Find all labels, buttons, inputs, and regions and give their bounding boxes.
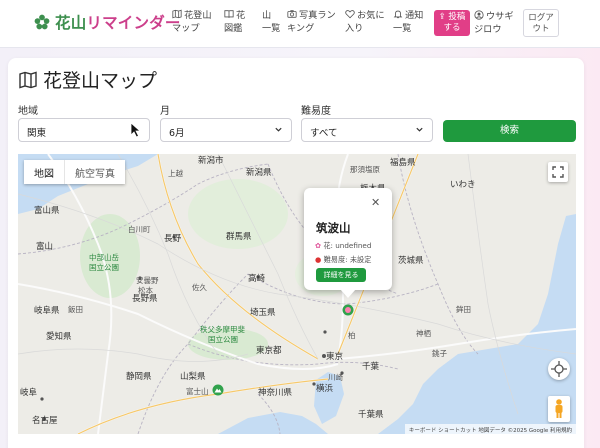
popup-mountain-name: 筑波山 — [316, 221, 351, 235]
map-view[interactable]: 新潟市 新潟県 上越 福島県 栃木県 那須塩原 いわき 白川町 富山県 長野 群… — [18, 154, 576, 434]
map-place-label: 新潟県 — [246, 168, 272, 178]
map-terrain — [18, 154, 576, 434]
month-label: 月 — [160, 106, 170, 117]
chevron-down-icon — [416, 127, 423, 132]
post-button[interactable]: ⇪ 投稿 する — [434, 10, 470, 36]
popup-difficulty-row: ● 難易度: 未設定 — [315, 255, 372, 264]
map-place-label: 神栖 — [416, 329, 431, 338]
map-place-label: 神奈川県 — [258, 388, 293, 398]
map-place-label: 静岡県 — [126, 372, 152, 382]
map-place-label: 鉾田 — [456, 305, 471, 314]
pegman-icon — [555, 399, 563, 418]
map-place-label: 東京 — [326, 352, 344, 362]
map-place-label: 新潟市 — [198, 156, 224, 166]
map-type-satellite-button[interactable]: 航空写真 — [65, 160, 125, 184]
difficulty-select[interactable]: すべて — [301, 118, 433, 142]
mountain-info-popup: ✕ 筑波山 ✿ 花: undefined ● 難易度: 未設定 詳細を見る — [304, 188, 392, 290]
nav-notifications[interactable]: 通知 一覧 — [393, 9, 423, 35]
map-place-label: 埼玉県 — [250, 308, 276, 318]
user-icon — [474, 10, 484, 20]
map-place-label: 飯田 — [68, 305, 83, 314]
map-icon — [19, 71, 37, 88]
user-menu[interactable]: ウサギ ジロウ — [474, 10, 514, 36]
upload-icon: ⇪ — [438, 12, 446, 22]
map-place-label: 柏 — [348, 331, 356, 340]
region-label: 地域 — [18, 106, 38, 117]
month-select[interactable]: 6月 — [160, 118, 292, 142]
map-place-label: 群馬県 — [226, 232, 252, 242]
crosshair-icon — [551, 361, 567, 377]
map-place-label: 長野県 — [132, 294, 158, 304]
map-type-map-button[interactable]: 地図 — [24, 160, 65, 184]
map-icon — [172, 9, 182, 19]
street-view-button[interactable] — [548, 396, 570, 422]
top-header: 花山リマインダー 花登山 マップ 花図鑑 山一覧 写真ラン キング お気に 入り 通知… — [0, 0, 600, 48]
flower-icon: ✿ — [315, 241, 322, 250]
popup-detail-button[interactable]: 詳細を見る — [316, 268, 366, 282]
book-icon — [224, 10, 234, 18]
map-place-label: 那須塩原 — [350, 165, 380, 174]
map-place-label: 岐阜 — [20, 388, 38, 398]
camera-icon — [287, 10, 297, 18]
popup-flower-row: ✿ 花: undefined — [315, 241, 372, 250]
brand-logo[interactable]: 花山リマインダー — [33, 11, 181, 33]
map-place-label: 高崎 — [248, 274, 266, 284]
flower-marker-icon[interactable] — [342, 304, 354, 316]
map-park-label: 国立公園 — [208, 335, 238, 344]
map-place-label: 福島県 — [390, 158, 416, 168]
map-attribution[interactable]: キーボード ショートカット 地図データ ©2025 Google 利用規約 — [404, 424, 576, 434]
map-place-label: 東京都 — [256, 346, 282, 356]
map-place-label: 愛知県 — [46, 332, 72, 342]
nav-flower-mountain-map[interactable]: 花登山 マップ — [172, 9, 212, 35]
mouse-cursor-icon — [130, 122, 142, 138]
chevron-down-icon — [275, 127, 282, 132]
map-park-label: 国立公園 — [89, 263, 119, 272]
map-place-label: 白川町 — [128, 225, 151, 234]
fullscreen-icon — [552, 166, 564, 178]
nav-favorites[interactable]: お気に 入り — [345, 9, 385, 35]
map-place-label: 山梨県 — [180, 372, 206, 382]
map-place-label: 銚子 — [432, 349, 447, 358]
heart-icon — [345, 10, 355, 19]
nav-photo-ranking[interactable]: 写真ラン キング — [287, 9, 336, 35]
page-title: 花登山マップ — [18, 66, 157, 93]
popup-pointer — [340, 289, 356, 298]
map-place-label: いわき — [450, 180, 476, 190]
map-type-control: 地図 航空写真 — [24, 160, 125, 184]
search-button[interactable]: 検索 — [443, 120, 576, 142]
map-place-label: 千葉 — [362, 362, 380, 372]
map-place-label: 千葉県 — [358, 410, 384, 420]
map-place-label: 横浜 — [316, 384, 334, 394]
map-place-label: 富山 — [36, 242, 54, 252]
mountain-marker-icon[interactable] — [212, 384, 224, 396]
close-icon[interactable]: ✕ — [371, 196, 380, 209]
map-place-label: 上越 — [168, 169, 183, 178]
pin-icon: ● — [315, 255, 322, 264]
map-place-label: 長野 — [164, 234, 182, 244]
bell-icon — [393, 10, 403, 19]
map-place-label: 茨城県 — [398, 256, 424, 266]
logout-button[interactable]: ログア ウト — [523, 9, 559, 37]
map-place-label: 佐久 — [192, 283, 207, 292]
difficulty-label: 難易度 — [301, 106, 331, 117]
map-place-label: 名古屋 — [32, 416, 58, 426]
fullscreen-button[interactable] — [548, 162, 568, 182]
nav-flower-guide[interactable]: 花図鑑 — [224, 9, 245, 35]
map-place-label: 岐阜県 — [34, 306, 60, 316]
flower-logo-icon — [34, 14, 50, 30]
brand-name: 花山リマインダー — [55, 14, 181, 32]
map-place-label: 富山県 — [34, 206, 60, 216]
map-place-label: 富士山 — [186, 387, 209, 396]
location-button[interactable] — [548, 358, 570, 380]
nav-mountain-list[interactable]: 山一覧 — [262, 9, 280, 35]
